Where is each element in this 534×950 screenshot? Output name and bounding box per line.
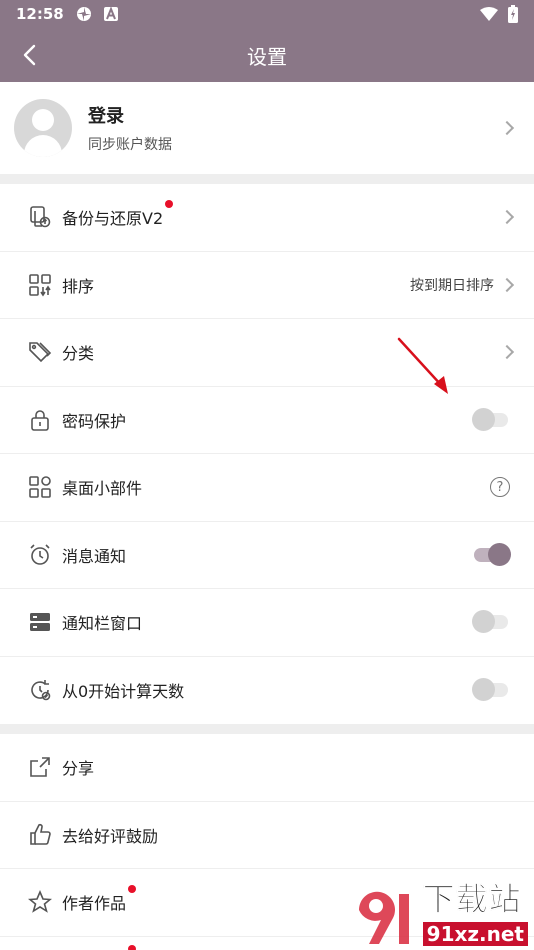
setting-label: 通知栏窗口 (62, 614, 143, 634)
setting-widget[interactable]: 桌面小部件 ? (0, 454, 534, 522)
setting-label: 密码保护 (62, 411, 127, 431)
setting-label: 分类 (62, 344, 95, 364)
chevron-right-icon (499, 210, 515, 225)
day-count-toggle[interactable] (472, 678, 508, 702)
status-bar: 12:58 (0, 0, 534, 28)
app-bar: 设置 (0, 28, 534, 82)
setting-share[interactable]: 分享 (0, 734, 534, 802)
sort-value: 按到期日排序 (410, 277, 494, 294)
notification-toggle[interactable] (474, 542, 511, 566)
page-title: 设置 (247, 44, 287, 69)
notification-bar-icon (28, 610, 52, 634)
share-icon (28, 755, 52, 779)
new-badge (165, 200, 174, 209)
widget-icon (28, 475, 52, 499)
watermark: 下载站 91xz.net (349, 874, 528, 946)
setting-backup-restore[interactable]: 备份与还原V2 (0, 184, 534, 252)
setting-label: 从0开始计算天数 (62, 682, 185, 702)
alarm-icon (28, 543, 52, 567)
tag-icon (28, 340, 52, 364)
annotation-arrow-icon (397, 337, 448, 394)
setting-label: 消息通知 (62, 546, 127, 566)
wifi-icon (480, 7, 498, 21)
chevron-right-icon (499, 120, 515, 136)
back-arrow-icon (23, 44, 36, 66)
setting-day-count[interactable]: 从0开始计算天数 (0, 657, 534, 725)
setting-label: 排序 (62, 276, 95, 296)
back-button[interactable] (14, 40, 44, 70)
setting-label: 作者作品 (62, 894, 127, 914)
setting-sort[interactable]: 排序 按到期日排序 (0, 252, 534, 319)
status-time: 12:58 (16, 5, 64, 23)
thumbs-up-icon (28, 823, 52, 847)
login-title: 登录 (88, 106, 124, 127)
watermark-logo-icon (358, 891, 409, 944)
chevron-right-icon (499, 345, 515, 360)
notification-bar-toggle[interactable] (472, 610, 508, 634)
help-icon[interactable]: ? (490, 477, 510, 498)
watermark-brand: 下载站 (422, 880, 522, 919)
section-divider (0, 174, 534, 184)
star-icon (28, 890, 52, 914)
sort-icon (28, 273, 52, 297)
new-badge (128, 885, 137, 894)
setting-rate[interactable]: 去给好评鼓励 (0, 802, 534, 869)
chevron-right-icon (499, 277, 515, 292)
avatar (14, 99, 72, 157)
lock-icon (28, 408, 52, 432)
battery-icon (508, 5, 518, 23)
setting-notification[interactable]: 消息通知 (0, 522, 534, 589)
app-a-icon (103, 7, 118, 21)
setting-notification-bar[interactable]: 通知栏窗口 (0, 589, 534, 657)
password-toggle[interactable] (472, 407, 508, 431)
setting-label: 分享 (62, 759, 95, 779)
new-badge (128, 945, 136, 950)
setting-label: 去给好评鼓励 (62, 826, 159, 846)
pinwheel-icon (76, 6, 92, 22)
day-count-icon (28, 678, 52, 702)
backup-icon (28, 205, 52, 229)
setting-label: 桌面小部件 (62, 479, 143, 499)
watermark-domain: 91xz.net (422, 922, 528, 946)
login-subtitle: 同步账户数据 (88, 137, 172, 153)
setting-label: 备份与还原V2 (62, 209, 164, 229)
section-divider (0, 724, 534, 734)
account-row[interactable]: 登录 同步账户数据 (0, 82, 534, 174)
